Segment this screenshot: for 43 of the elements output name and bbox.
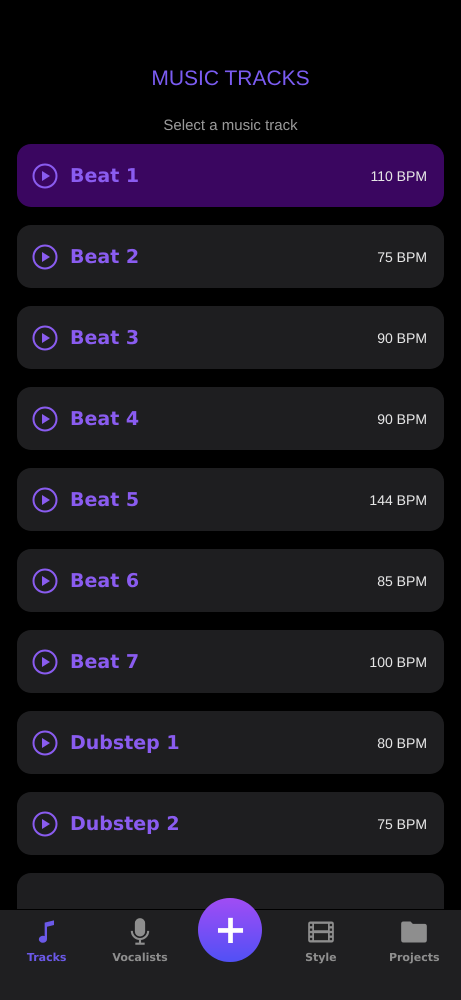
- track-bpm: 80 BPM: [377, 734, 427, 750]
- track-name: Beat 5: [70, 488, 140, 510]
- track-bpm: 90 BPM: [377, 330, 427, 346]
- track-row[interactable]: Beat 1 110 BPM: [17, 144, 444, 207]
- play-icon[interactable]: [32, 648, 58, 674]
- track-name: Beat 3: [70, 326, 140, 348]
- track-name: Beat 7: [70, 650, 140, 672]
- track-name: Dubstep 2: [70, 812, 181, 834]
- tab-item[interactable]: Projects: [379, 918, 450, 964]
- track-bpm: 90 BPM: [377, 410, 427, 426]
- track-bpm: 144 BPM: [369, 492, 427, 508]
- track-name: Beat 2: [70, 246, 140, 268]
- track-row[interactable]: [17, 873, 444, 909]
- play-icon[interactable]: [32, 568, 58, 594]
- play-icon[interactable]: [32, 730, 58, 756]
- track-row[interactable]: Beat 2 75 BPM: [17, 225, 444, 288]
- track-bpm: 85 BPM: [377, 572, 427, 588]
- track-name: Beat 1: [70, 164, 140, 186]
- track-name: Dubstep 1: [70, 732, 181, 754]
- track-row[interactable]: Beat 5 144 BPM: [17, 468, 444, 531]
- track-bpm: 110 BPM: [370, 168, 427, 184]
- tab-item[interactable]: Vocalists: [105, 918, 176, 964]
- page-subtitle: Select a music track: [162, 116, 299, 136]
- track-bpm: 100 BPM: [369, 654, 427, 670]
- track-row[interactable]: Beat 3 90 BPM: [17, 306, 444, 369]
- track-row[interactable]: Beat 6 85 BPM: [17, 549, 444, 612]
- track-row[interactable]: Beat 7 100 BPM: [17, 630, 444, 693]
- play-icon[interactable]: [32, 162, 58, 188]
- track-bpm: 75 BPM: [377, 248, 427, 264]
- track-bpm: 75 BPM: [377, 816, 427, 832]
- page-title: MUSIC TRACKS: [150, 66, 311, 92]
- track-name: Beat 4: [70, 408, 140, 430]
- track-row[interactable]: Beat 4 90 BPM: [17, 387, 444, 450]
- track-name: Beat 6: [70, 570, 140, 592]
- tab-item[interactable]: Style: [286, 918, 356, 964]
- play-icon[interactable]: [32, 486, 58, 512]
- play-icon[interactable]: [32, 810, 58, 836]
- add-button[interactable]: +: [198, 898, 262, 962]
- play-icon[interactable]: [32, 406, 58, 432]
- play-icon[interactable]: [32, 244, 58, 270]
- track-row[interactable]: Dubstep 2 75 BPM: [17, 792, 444, 855]
- track-row[interactable]: Dubstep 1 80 BPM: [17, 711, 444, 774]
- play-icon[interactable]: [32, 324, 58, 350]
